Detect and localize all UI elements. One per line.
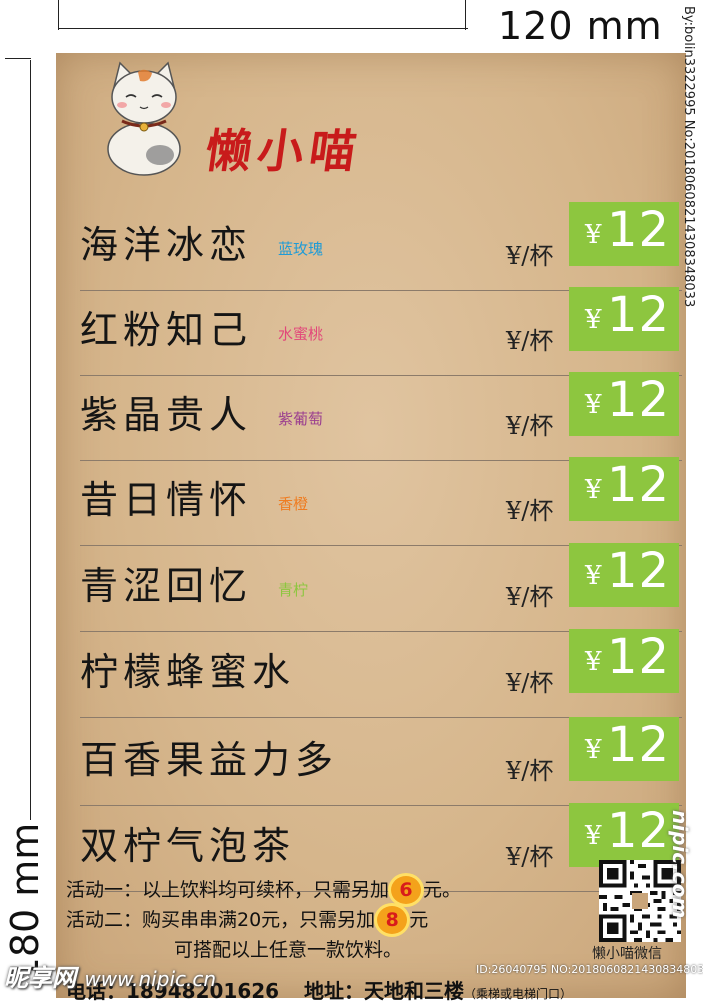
item-unit: ¥/杯 — [506, 242, 554, 270]
promo-2-tail: 元 — [409, 909, 429, 931]
promo-line-2: 活动二：购买串串满20元，只需另加 8 元 — [66, 905, 428, 934]
watermark-site: 昵享网 www.nipic.cn — [4, 958, 216, 993]
promo-line-1: 活动一：以上饮料均可续杯，只需另加 6 元。 — [66, 875, 461, 904]
item-name: 昔日情怀 — [80, 478, 253, 522]
menu-item-row: 昔日情怀 香橙 ¥/杯 ¥ 12 — [56, 453, 686, 539]
item-flavor: 紫葡萄 — [278, 410, 324, 428]
item-name: 百香果益力多 — [80, 738, 339, 782]
menu-item-row: 海洋冰恋 蓝玫瑰 ¥/杯 ¥ 12 — [56, 198, 686, 284]
item-name: 紫晶贵人 — [80, 393, 253, 437]
price-currency: ¥ — [585, 220, 602, 250]
item-unit: ¥/杯 — [506, 757, 554, 785]
menu-board: 懒小喵 海洋冰恋 蓝玫瑰 ¥/杯 ¥ 12 红粉知己 水蜜桃 ¥/杯 ¥ 12 … — [56, 53, 686, 1003]
price-badge: ¥ 12 — [569, 629, 679, 693]
price-badge: ¥ 12 — [569, 803, 679, 867]
item-name: 青涩回忆 — [80, 564, 253, 608]
price-currency: ¥ — [585, 561, 602, 591]
price-currency: ¥ — [585, 475, 602, 505]
menu-item-row: 紫晶贵人 紫葡萄 ¥/杯 ¥ 12 — [56, 368, 686, 454]
price-badge: ¥ 12 — [569, 287, 679, 351]
width-dimension-label: 120 mm — [498, 4, 663, 48]
item-name: 双柠气泡茶 — [80, 824, 296, 868]
width-dimension-tick-right — [465, 0, 466, 30]
item-name: 柠檬蜂蜜水 — [80, 650, 296, 694]
price-currency: ¥ — [585, 821, 602, 851]
price-currency: ¥ — [585, 390, 602, 420]
item-unit: ¥/杯 — [506, 843, 554, 871]
price-badge: ¥ 12 — [569, 717, 679, 781]
promo-2-amount-badge: 8 — [377, 906, 408, 934]
item-unit: ¥/杯 — [506, 412, 554, 440]
watermark-right: nipic.com — [668, 810, 698, 960]
price-currency: ¥ — [585, 647, 602, 677]
item-unit: ¥/杯 — [506, 327, 554, 355]
menu-item-row: 青涩回忆 青柠 ¥/杯 ¥ 12 — [56, 539, 686, 625]
address-label: 地址： — [304, 979, 365, 1003]
price-value: 12 — [607, 803, 671, 859]
price-value: 12 — [607, 543, 671, 599]
watermark-id: ID:26040795 NO:20180608214308348033 — [476, 963, 703, 976]
height-dimension-tick — [5, 58, 31, 59]
price-value: 12 — [607, 287, 671, 343]
price-badge: ¥ 12 — [569, 543, 679, 607]
price-value: 12 — [607, 717, 671, 773]
price-badge: ¥ 12 — [569, 457, 679, 521]
price-currency: ¥ — [585, 305, 602, 335]
promo-2-text: 活动二：购买串串满20元，只需另加 — [66, 909, 376, 931]
price-value: 12 — [607, 457, 671, 513]
price-badge: ¥ 12 — [569, 202, 679, 266]
watermark-site-name: 昵享网 — [4, 964, 76, 992]
item-unit: ¥/杯 — [506, 497, 554, 525]
watermark-right-text: nipic.com — [668, 810, 692, 919]
watermark-url: www.nipic.cn — [84, 967, 217, 991]
item-flavor: 青柠 — [278, 581, 309, 599]
qr-caption: 懒小喵微信 — [592, 946, 662, 962]
menu-item-row: 柠檬蜂蜜水 ¥/杯 ¥ 12 — [56, 625, 686, 711]
menu-item-row: 红粉知己 水蜜桃 ¥/杯 ¥ 12 — [56, 283, 686, 369]
price-value: 12 — [607, 629, 671, 685]
item-name: 海洋冰恋 — [80, 223, 253, 267]
cat-logo-icon — [107, 61, 181, 176]
price-value: 12 — [607, 202, 671, 258]
item-unit: ¥/杯 — [506, 583, 554, 611]
promo-1-amount-badge: 6 — [391, 876, 422, 904]
menu-item-row: 百香果益力多 ¥/杯 ¥ 12 — [56, 713, 686, 799]
item-flavor: 蓝玫瑰 — [278, 240, 324, 258]
price-value: 12 — [607, 372, 671, 428]
brand-title: 懒小喵 — [201, 124, 366, 178]
height-dimension-line — [30, 60, 31, 820]
item-unit: ¥/杯 — [506, 669, 554, 697]
item-flavor: 水蜜桃 — [278, 325, 324, 343]
price-currency: ¥ — [585, 735, 602, 765]
width-dimension-tick-left — [58, 0, 59, 30]
item-flavor: 香橙 — [278, 495, 309, 513]
promo-1-tail: 元。 — [423, 879, 462, 901]
price-badge: ¥ 12 — [569, 372, 679, 436]
side-id-text: By:bolin3322995 No:20180608214308348033 — [676, 6, 698, 346]
width-dimension-line — [58, 28, 468, 29]
side-id-label: By:bolin3322995 No:20180608214308348033 — [681, 6, 696, 308]
address-text: 天地和三楼 — [364, 979, 465, 1003]
menu-item-row: 双柠气泡茶 ¥/杯 ¥ 12 — [56, 799, 686, 885]
item-name: 红粉知己 — [80, 308, 253, 352]
address-note: （乘梯或电梯门口） — [464, 987, 573, 1001]
promo-1-text: 活动一：以上饮料均可续杯，只需另加 — [66, 879, 390, 901]
